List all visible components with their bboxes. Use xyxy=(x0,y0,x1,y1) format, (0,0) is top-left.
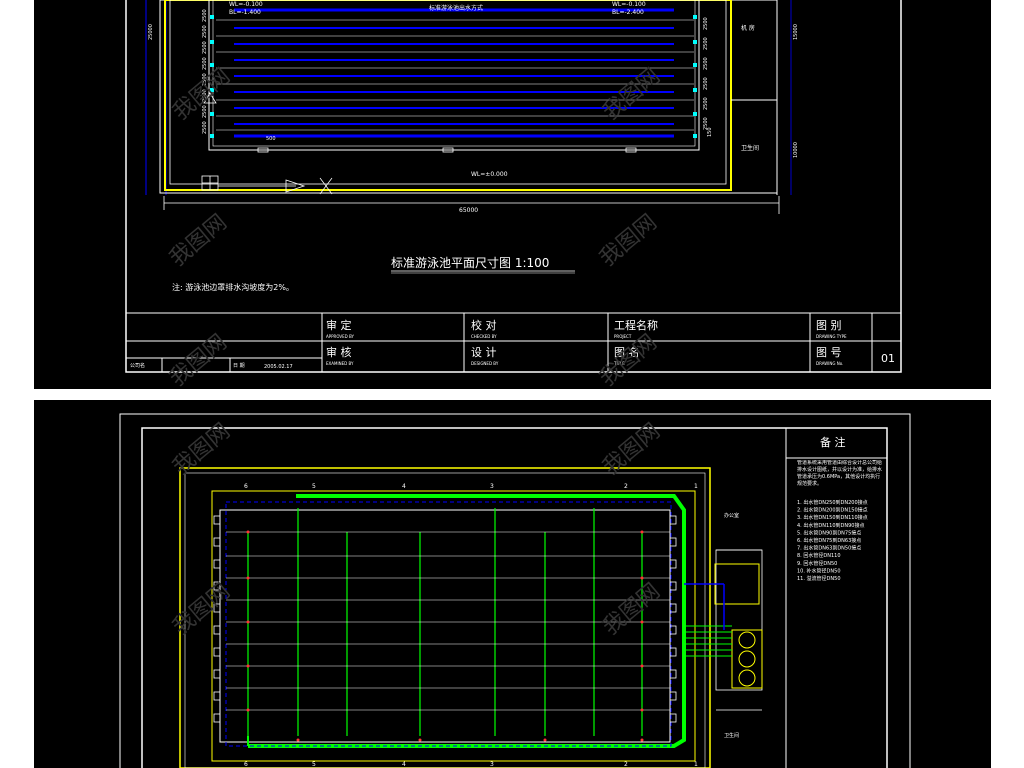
right-dim-text: 2500 xyxy=(703,37,709,50)
notes-item: 3. 出水管DN150到DN110接点 xyxy=(797,514,868,521)
project-label: 工程名称 xyxy=(614,318,658,332)
approved-label: 审 定 xyxy=(326,318,352,332)
grid-marker-top: 5 xyxy=(312,483,316,490)
room-office-label: 办公室 xyxy=(724,512,739,519)
notes-item: 4. 出水管DN110到DN90接点 xyxy=(797,522,864,529)
overall-dim-label: 65000 xyxy=(459,207,478,214)
notes-intro: 管道系统采用管道由综合设计总公司给排水设计图纸，并以设计为准，给排水管道承压为0… xyxy=(797,460,883,487)
bl-right-label: BL=-2.400 xyxy=(612,9,644,16)
checked-label: 校 对 xyxy=(471,318,497,332)
grid-marker-bottom: 6 xyxy=(244,761,248,768)
notes-item: 5. 出水管DN90到DN75接点 xyxy=(797,529,861,536)
notes-item: 1. 出水管DN250到DN200接点 xyxy=(797,499,868,506)
grid-markers-bottom: 6 5 4 3 2 1 xyxy=(244,761,698,768)
date-label: 日 期 xyxy=(233,363,245,369)
left-dim-text: 2500 xyxy=(202,41,208,54)
notes-item: 7. 出水管DN63到DN50接点 xyxy=(797,545,861,552)
room-toilet-label: 卫生间 xyxy=(741,144,759,152)
grid-marker-bottom: 2 xyxy=(624,761,628,768)
outer-frame xyxy=(119,413,911,768)
right-dim-text: 2500 xyxy=(703,97,709,110)
grid-markers-top: 6 5 4 3 2 1 xyxy=(244,483,698,490)
watermarks: 我图网 我图网 我图网 我图网 我图网 我图网 xyxy=(165,64,665,389)
notes-intro-wrapper: 管道系统采用管道由综合设计总公司给排水设计图纸，并以设计为准，给排水管道承压为0… xyxy=(797,460,883,487)
sheet-border xyxy=(141,427,888,768)
company-label: 公司名 xyxy=(130,362,145,369)
project-en: PROJECT xyxy=(614,334,632,339)
svg-text:我图网: 我图网 xyxy=(168,579,235,641)
notes-title: 备 注 xyxy=(820,435,846,449)
designed-en: DESIGNED BY xyxy=(471,361,499,366)
grid-marker-top: 1 xyxy=(694,483,698,490)
left-dim-text: 2500 xyxy=(202,25,208,38)
checked-en: CHECKED BY xyxy=(471,334,497,339)
notes-item: 6. 出水管DN75到DN63接点 xyxy=(797,537,861,544)
drawing-title: 标准游泳池平面尺寸图 1:100 xyxy=(391,256,549,270)
grid-marker-top: 4 xyxy=(402,483,406,490)
svg-text:我图网: 我图网 xyxy=(595,210,662,272)
svg-text:我图网: 我图网 xyxy=(598,579,665,641)
left-total-dim: 25000 xyxy=(148,24,154,40)
right-dimensions: 250025002500250025002500 xyxy=(703,17,709,130)
notes-item: 10. 补水管径DN50 xyxy=(797,567,841,574)
bottom-level-label: WL=±0.000 xyxy=(471,171,508,178)
room-toilet-label: 卫生间 xyxy=(724,732,739,739)
pool-plan-drawing: WL=-0.100 BL=-1.400 标准游泳池出水方式 WL=-0.100 … xyxy=(125,0,902,389)
right-dim-text: 2500 xyxy=(703,17,709,30)
inner-dim-label: 500 xyxy=(266,136,276,142)
left-dim-text: 2500 xyxy=(202,9,208,22)
grid-marker-bottom: 4 xyxy=(402,761,406,768)
notes-list: 1. 出水管DN250到DN200接点2. 出水管DN200到DN150接点3.… xyxy=(797,499,868,582)
svg-text:我图网: 我图网 xyxy=(165,330,232,389)
left-dim-text: 2500 xyxy=(202,121,208,134)
equipment-room xyxy=(715,549,763,691)
notes-item: 9. 回水管径DN50 xyxy=(797,560,837,567)
equipment-piping xyxy=(684,625,732,657)
right-small-dim: 150 xyxy=(707,127,713,137)
drawing-note: 注: 游泳池边罩排水沟坡度为2%。 xyxy=(172,282,294,292)
date-value: 2005.02.17 xyxy=(264,364,293,370)
bl-left-label: BL=-1.400 xyxy=(229,9,261,16)
watermarks: 我图网 我图网 我图网 我图网 xyxy=(168,419,665,641)
top-drawing-sheet: WL=-0.100 BL=-1.400 标准游泳池出水方式 WL=-0.100 … xyxy=(34,0,991,389)
approved-en: APPROVED BY xyxy=(326,334,355,339)
pipe-layout-drawing: 6 5 4 3 2 1 6 5 4 3 2 1 办公室 卫生间 备 注 管道系统采用管道由综合设计总… xyxy=(119,413,911,768)
notes-item: 2. 出水管DN200到DN150接点 xyxy=(797,507,868,514)
bottom-drawing-sheet: 6 5 4 3 2 1 6 5 4 3 2 1 办公室 卫生间 备 注 管道系统采用管道由综合设计总… xyxy=(34,400,991,768)
number-en: DRAWING No. xyxy=(816,361,843,366)
grid-marker-bottom: 1 xyxy=(694,761,698,768)
grid-marker-top: 3 xyxy=(490,483,494,490)
grid-marker-top: 2 xyxy=(624,483,628,490)
number-value: 01 xyxy=(881,352,895,365)
side-dim-1: 15000 xyxy=(793,24,799,40)
notes-item: 11. 溢流管径DN50 xyxy=(797,575,841,582)
checked-by-en: EXAMINED BY xyxy=(326,361,354,366)
checked-by-label: 审 核 xyxy=(326,345,352,359)
left-dim-text: 2500 xyxy=(202,57,208,70)
svg-text:我图网: 我图网 xyxy=(165,210,232,272)
left-dimensions: 25002500250025002500250025002500 xyxy=(202,9,208,134)
grid-marker-bottom: 5 xyxy=(312,761,316,768)
type-en: DRAWING TYPE xyxy=(816,334,847,339)
grid-marker-bottom: 3 xyxy=(490,761,494,768)
room-machine-label: 机 房 xyxy=(741,24,755,32)
type-label: 图 别 xyxy=(816,319,842,332)
wl-left-label: WL=-0.100 xyxy=(229,1,263,8)
grid-marker-top: 6 xyxy=(244,483,248,490)
wl-right-label: WL=-0.100 xyxy=(612,1,646,8)
number-label: 图 号 xyxy=(816,346,842,359)
right-dim-text: 2500 xyxy=(703,77,709,90)
designed-label: 设 计 xyxy=(471,346,497,359)
side-dim-2: 10000 xyxy=(793,142,799,158)
blue-feed-pipe xyxy=(684,583,725,630)
right-dim-text: 2500 xyxy=(703,57,709,70)
notes-item: 8. 回水管径DN110 xyxy=(797,552,841,559)
lane-label: 标准游泳池出水方式 xyxy=(429,4,483,12)
